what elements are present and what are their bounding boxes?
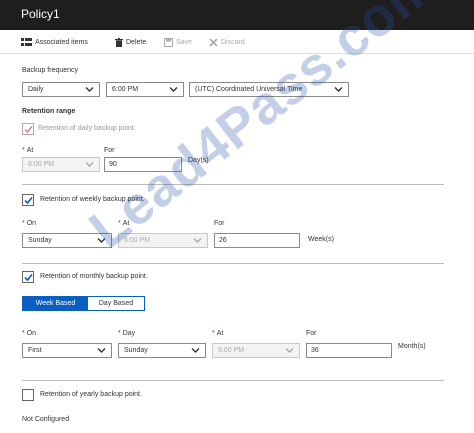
chevron-down-icon: [193, 238, 202, 243]
associated-items-label: Associated items: [35, 38, 88, 46]
monthly-unit-label: Month(s): [398, 343, 426, 350]
retention-range-heading: Retention range: [22, 108, 76, 115]
discard-button[interactable]: Discard: [209, 36, 245, 48]
weekly-unit-label: Week(s): [308, 236, 334, 243]
monthly-at-select[interactable]: 6:00 PM: [212, 343, 300, 358]
chevron-down-icon: [97, 348, 106, 353]
daily-at-value: 6:00 PM: [28, 161, 55, 168]
yearly-retention-label: Retention of yearly backup point.: [40, 391, 142, 398]
monthly-for-value: 36: [311, 347, 319, 354]
monthly-at-value: 6:00 PM: [218, 347, 245, 354]
divider: [22, 380, 444, 381]
daily-retention-checkbox[interactable]: [22, 123, 34, 135]
save-button[interactable]: Save: [164, 36, 192, 48]
monthly-on-value: First: [28, 347, 42, 354]
chevron-down-icon: [85, 162, 94, 167]
weekly-for-value: 26: [219, 237, 227, 244]
delete-button[interactable]: Delete: [115, 36, 146, 48]
monthly-at-label: * At: [212, 330, 224, 337]
monthly-on-select[interactable]: First: [22, 343, 112, 358]
checkmark-icon: [24, 126, 33, 134]
time-select[interactable]: 6:00 PM: [106, 82, 184, 97]
chevron-down-icon: [191, 348, 200, 353]
divider: [22, 184, 444, 185]
monthly-day-select[interactable]: Sunday: [118, 343, 206, 358]
discard-label: Discard: [221, 38, 245, 46]
week-based-option[interactable]: Week Based: [23, 297, 88, 310]
chevron-down-icon: [285, 348, 294, 353]
frequency-select[interactable]: Daily: [22, 82, 100, 97]
daily-for-value: 90: [109, 161, 117, 168]
weekly-for-input[interactable]: 26: [214, 233, 300, 248]
divider: [22, 263, 444, 264]
weekly-on-value: Sunday: [28, 237, 52, 244]
trash-icon: [115, 37, 123, 47]
checkmark-icon: [24, 196, 33, 205]
save-label: Save: [176, 38, 192, 46]
backup-frequency-label: Backup frequency: [22, 67, 79, 74]
daily-retention-label: Retention of daily backup point.: [38, 125, 136, 132]
monthly-day-value: Sunday: [124, 347, 148, 354]
monthly-basis-toggle: Week Based Day Based: [22, 296, 145, 311]
daily-at-label: * At: [22, 147, 34, 154]
time-value: 6:00 PM: [112, 86, 139, 93]
day-based-option[interactable]: Day Based: [88, 297, 144, 310]
chevron-down-icon: [85, 87, 94, 92]
frequency-value: Daily: [28, 86, 44, 93]
chevron-down-icon: [169, 87, 178, 92]
weekly-for-label: For: [214, 220, 225, 227]
save-icon: [164, 37, 173, 47]
yearly-retention-checkbox[interactable]: [22, 389, 34, 401]
daily-at-select[interactable]: 6:00 PM: [22, 157, 100, 172]
list-icon: [21, 38, 32, 46]
monthly-retention-label: Retention of monthly backup point.: [40, 273, 148, 280]
monthly-retention-checkbox[interactable]: [22, 271, 34, 283]
close-icon: [209, 37, 218, 47]
weekly-retention-checkbox[interactable]: [22, 194, 34, 206]
window-title: Policy1: [21, 7, 60, 21]
yearly-status-text: Not Configured: [22, 416, 70, 423]
monthly-on-label: * On: [22, 330, 37, 337]
monthly-for-label: For: [306, 330, 317, 337]
daily-for-label: For: [104, 147, 115, 154]
monthly-day-label: * Day: [118, 330, 136, 337]
checkmark-icon: [24, 273, 33, 282]
monthly-for-input[interactable]: 36: [306, 343, 392, 358]
delete-label: Delete: [126, 38, 147, 46]
weekly-on-label: * On: [22, 220, 37, 227]
associated-items-button[interactable]: Associated items: [21, 36, 88, 48]
